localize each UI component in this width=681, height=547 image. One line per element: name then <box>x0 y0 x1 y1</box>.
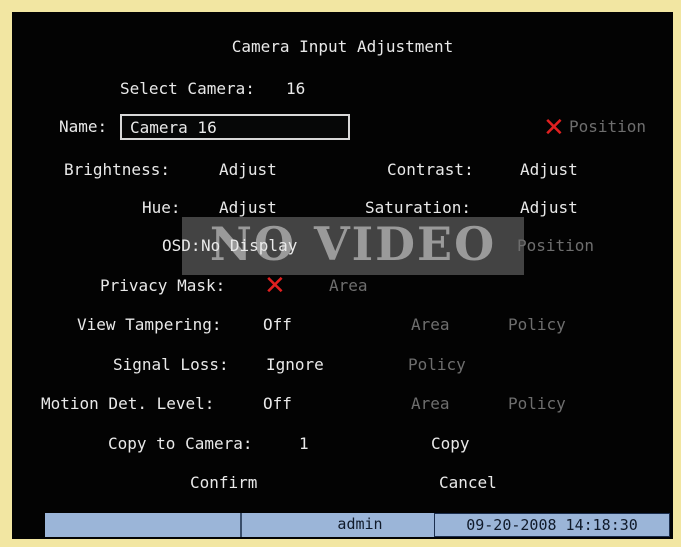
view-tampering-label: View Tampering: <box>77 315 222 334</box>
signal-loss-policy-button[interactable]: Policy <box>408 355 466 375</box>
camera-input-adjustment-screen: Camera Input Adjustment Select Camera: 1… <box>12 12 673 539</box>
motion-det-policy-button[interactable]: Policy <box>508 394 566 414</box>
motion-det-select[interactable]: Off <box>263 394 292 414</box>
signal-loss-label: Signal Loss: <box>113 355 229 374</box>
name-input-value: Camera 16 <box>130 118 217 137</box>
name-label: Name: <box>59 117 108 136</box>
name-input[interactable]: Camera 16 <box>120 114 350 140</box>
brightness-label: Brightness: <box>64 160 170 179</box>
osd-position-button[interactable]: Position <box>517 236 594 256</box>
signal-loss-select[interactable]: Ignore <box>266 355 324 375</box>
contrast-adjust-button[interactable]: Adjust <box>520 160 578 180</box>
confirm-button[interactable]: Confirm <box>190 473 257 493</box>
motion-det-area-button[interactable]: Area <box>411 394 450 414</box>
cancel-button[interactable]: Cancel <box>439 473 497 493</box>
copy-button[interactable]: Copy <box>431 434 470 454</box>
status-datetime: 09-20-2008 14:18:30 <box>434 513 670 537</box>
page-title: Camera Input Adjustment <box>231 37 454 56</box>
contrast-label: Contrast: <box>387 160 474 179</box>
status-user: admin <box>337 515 383 533</box>
view-tampering-policy-button[interactable]: Policy <box>508 315 566 335</box>
osd-label: OSD: <box>162 236 201 255</box>
privacy-mask-checkbox-x-icon[interactable]: ✕ <box>264 273 286 299</box>
status-bar: admin 09-20-2008 14:18:30 <box>45 513 670 537</box>
select-camera-value[interactable]: 16 <box>286 79 305 99</box>
position-checkbox-x-icon[interactable]: ✕ <box>543 115 565 141</box>
privacy-mask-area-button[interactable]: Area <box>329 276 368 296</box>
privacy-mask-label: Privacy Mask: <box>100 276 226 295</box>
select-camera-label: Select Camera: <box>120 79 255 98</box>
status-bar-divider <box>240 513 242 537</box>
copy-to-camera-label: Copy to Camera: <box>108 434 253 453</box>
saturation-adjust-button[interactable]: Adjust <box>520 198 578 218</box>
motion-det-label: Motion Det. Level: <box>41 394 215 413</box>
name-position-button[interactable]: Position <box>569 117 646 137</box>
brightness-adjust-button[interactable]: Adjust <box>219 160 277 180</box>
view-tampering-select[interactable]: Off <box>263 315 292 335</box>
view-tampering-area-button[interactable]: Area <box>411 315 450 335</box>
osd-select[interactable]: No Display <box>201 236 297 256</box>
hue-label: Hue: <box>142 198 181 217</box>
copy-to-camera-select[interactable]: 1 <box>299 434 309 454</box>
